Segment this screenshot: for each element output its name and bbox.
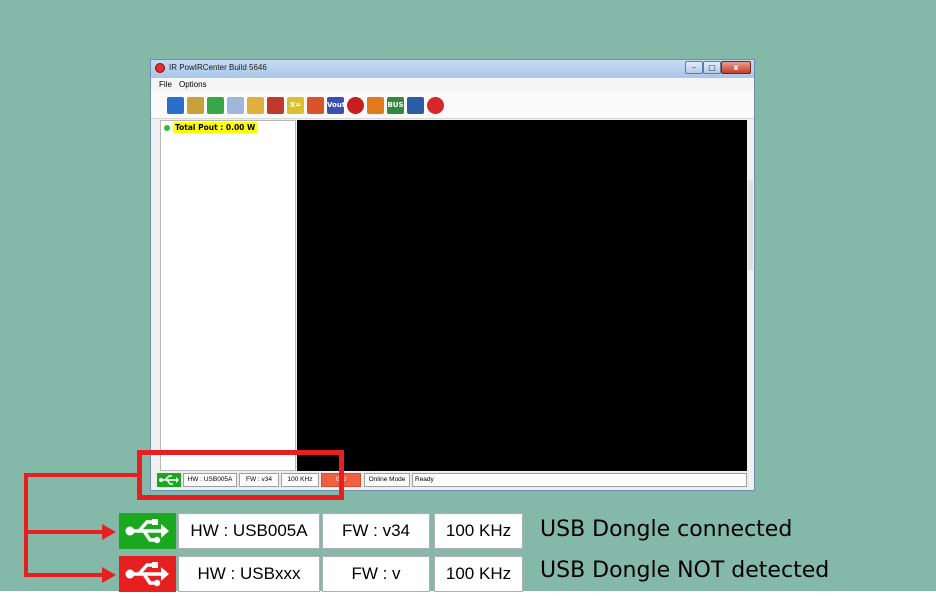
scatter-icon[interactable] (207, 97, 224, 114)
freq-connected: 100 KHz (434, 513, 523, 549)
minimize-button[interactable]: – (685, 61, 703, 74)
vout-icon[interactable]: Vout (327, 97, 344, 114)
caption-connected: USB Dongle connected (540, 517, 793, 542)
title-bar[interactable]: IR PowIRCenter Build 5646 – □ x (151, 60, 754, 78)
hw-not-detected: HW : USBxxx (178, 556, 320, 592)
total-pout-label: Total Pout : 0.00 W (173, 122, 258, 133)
highlight-box (137, 450, 344, 500)
ready-status: Ready (412, 473, 747, 487)
circuit-icon[interactable] (407, 97, 424, 114)
app-logo-icon (155, 63, 165, 73)
caption-not-detected: USB Dongle NOT detected (540, 558, 830, 583)
maximize-button[interactable]: □ (703, 61, 721, 74)
new-file-icon[interactable] (227, 97, 244, 114)
fire-icon[interactable] (367, 97, 384, 114)
scope-icon[interactable] (347, 97, 364, 114)
grid-icon[interactable] (187, 97, 204, 114)
mode-status: Online Mode (364, 473, 410, 487)
device-tree-pane[interactable]: Total Pout : 0.00 W (160, 120, 296, 471)
xy-formula-icon[interactable]: X= (287, 97, 304, 114)
layout-icon[interactable] (167, 97, 184, 114)
fw-connected: FW : v34 (322, 513, 430, 549)
connector-line (24, 530, 104, 534)
save-icon[interactable] (267, 97, 284, 114)
ir-logo-icon[interactable] (427, 97, 444, 114)
toolbar: X= Vout BUS (151, 92, 754, 119)
connector-line (24, 473, 28, 577)
graph-area[interactable] (297, 120, 747, 471)
hw-connected: HW : USB005A (178, 513, 320, 549)
app-window: IR PowIRCenter Build 5646 – □ x File Opt… (150, 59, 755, 491)
menu-file[interactable]: File (159, 80, 172, 89)
fw-not-detected: FW : v (322, 556, 430, 592)
menu-options[interactable]: Options (179, 80, 207, 89)
status-dot-icon (164, 125, 170, 131)
usb-connected-icon (119, 513, 176, 549)
connector-line (24, 573, 104, 577)
close-button[interactable]: x (721, 61, 751, 74)
arrow-icon (102, 524, 116, 540)
i2c-bus-icon[interactable]: BUS (387, 97, 404, 114)
connector-line (24, 473, 137, 477)
waveform-icon[interactable] (307, 97, 324, 114)
menu-bar: File Options (151, 78, 754, 92)
freq-not-detected: 100 KHz (434, 556, 523, 592)
usb-not-detected-icon (119, 556, 176, 592)
scrollbar[interactable] (748, 180, 753, 270)
open-folder-icon[interactable] (247, 97, 264, 114)
arrow-icon (102, 567, 116, 583)
window-title: IR PowIRCenter Build 5646 (169, 63, 267, 72)
